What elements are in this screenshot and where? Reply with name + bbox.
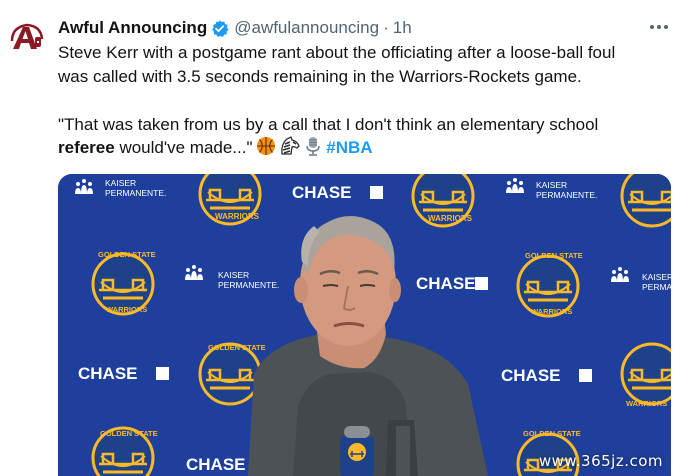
tweet-header: Awful Announcing @awfulannouncing · 1h (58, 17, 412, 39)
golden-state-text: GOLDEN STATE (100, 429, 158, 438)
tweet-quote-line: "That was taken from us by a call that I… (58, 115, 599, 134)
handle[interactable]: @awfulannouncing (234, 18, 379, 38)
kaiser-text: PERMANENTE. (536, 190, 597, 200)
warriors-text: WARRIORS (428, 214, 473, 223)
separator-dot: · (383, 18, 389, 37)
kaiser-text: KAISER (536, 180, 567, 190)
warriors-text: WARRIORS (106, 305, 147, 314)
tweet-text-line: Steve Kerr with a postgame rant about th… (58, 43, 616, 62)
chase-text: CHASE (292, 183, 352, 202)
warriors-text: WARRIORS (626, 399, 667, 408)
kaiser-text: PERMA (642, 282, 671, 292)
awful-announcing-logo-icon (7, 19, 47, 59)
kaiser-text: KAISER (218, 270, 249, 280)
quote-end: would've made..." (114, 138, 253, 157)
warriors-text: WARRIORS (531, 307, 572, 316)
kaiser-text: PERMANENTE. (218, 280, 279, 290)
golden-state-text: GOLDEN STATE (208, 343, 266, 352)
avatar[interactable] (7, 19, 47, 59)
chase-text: CHASE (78, 364, 138, 383)
timestamp[interactable]: 1h (393, 18, 412, 38)
chase-text: CHASE (416, 274, 476, 293)
warriors-text: WARRIORS (215, 212, 260, 221)
basketball-icon (256, 136, 276, 163)
golden-state-text: GOLDEN STATE (98, 250, 156, 259)
tweet-text-line: was called with 3.5 seconds remaining in… (58, 67, 582, 86)
microphone-icon (304, 136, 322, 163)
chase-text: CHASE (501, 366, 561, 385)
zebra-icon (279, 136, 301, 163)
bold-word: referee (58, 138, 115, 157)
tweet-quote-line: referee would've made..." #NBA (58, 136, 678, 163)
hashtag-link[interactable]: #NBA (326, 138, 372, 157)
verified-badge-icon (210, 19, 229, 38)
chase-text: CHASE (186, 455, 246, 474)
tweet-media-image[interactable]: KAISER PERMANENTE. WARRIORS CHASE WARRIO… (58, 174, 671, 476)
kaiser-text: PERMANENTE. (105, 188, 166, 198)
press-conference-photo: KAISER PERMANENTE. WARRIORS CHASE WARRIO… (58, 174, 671, 476)
display-name[interactable]: Awful Announcing (58, 18, 207, 38)
watermark-text: www.365jz.com (538, 452, 663, 470)
golden-state-text: GOLDEN STATE (523, 429, 581, 438)
more-options-icon[interactable] (646, 16, 672, 38)
kaiser-text: KAISER (105, 178, 136, 188)
golden-state-text: GOLDEN STATE (525, 251, 583, 260)
tweet-card[interactable]: Awful Announcing @awfulannouncing · 1h S… (0, 0, 695, 476)
kaiser-text: KAISER (642, 272, 671, 282)
